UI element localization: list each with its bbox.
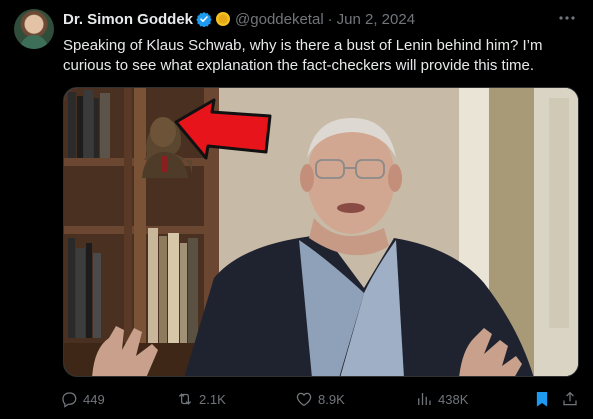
gold-circle-emoji-icon: [215, 11, 231, 27]
reply-button[interactable]: 449: [60, 388, 105, 410]
reply-icon: [62, 392, 77, 408]
bookmark-button[interactable]: [533, 388, 556, 410]
author-handle[interactable]: @goddeketal: [235, 11, 324, 28]
repost-icon: [178, 393, 192, 405]
views-icon: [418, 393, 431, 405]
repost-button[interactable]: 2.1K: [176, 388, 226, 410]
tweet-text: Speaking of Klaus Schwab, why is there a…: [63, 37, 543, 74]
avatar[interactable]: [14, 9, 54, 49]
separator-dot: ·: [327, 10, 333, 28]
verified-badge-icon[interactable]: [196, 11, 212, 27]
like-count: 8.9K: [318, 391, 345, 407]
views-count: 438K: [438, 391, 469, 407]
like-button[interactable]: 8.9K: [295, 388, 345, 410]
action-bar: 449 2.1K 8.9K 438K: [60, 388, 585, 410]
share-button[interactable]: [561, 388, 579, 410]
tweet-header: Dr. Simon Goddek @goddeketal · Jun 2, 20…: [63, 9, 577, 29]
author-name[interactable]: Dr. Simon Goddek: [63, 11, 193, 28]
bookmark-icon: [536, 391, 548, 407]
post-date[interactable]: Jun 2, 2024: [337, 11, 415, 28]
views-button[interactable]: 438K: [415, 388, 468, 410]
reply-count: 449: [83, 391, 105, 407]
heart-icon: [296, 392, 312, 407]
share-icon: [563, 391, 577, 406]
repost-count: 2.1K: [199, 391, 226, 407]
more-icon[interactable]: [555, 8, 579, 28]
media-video[interactable]: [63, 87, 579, 377]
